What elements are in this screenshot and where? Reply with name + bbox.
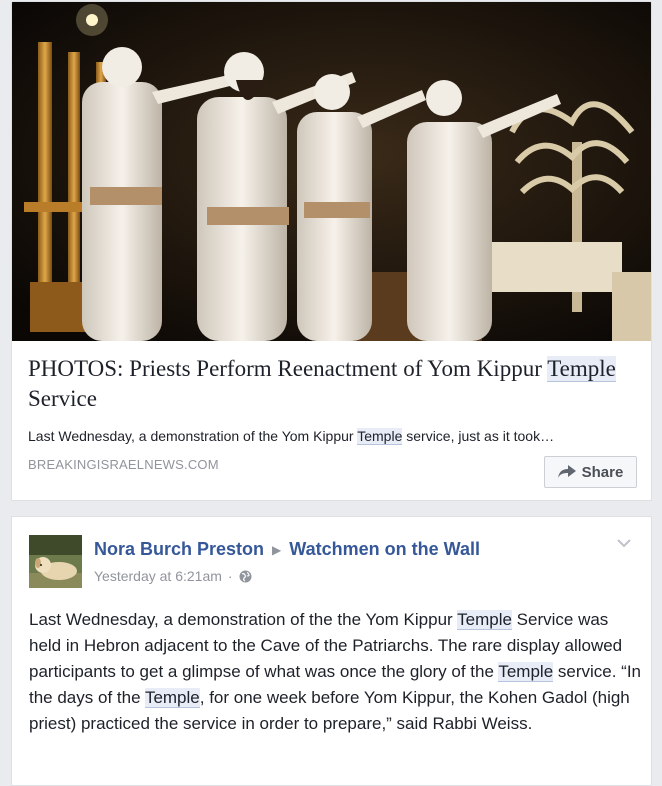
triangle-right-icon: ▶ (272, 542, 282, 557)
link-preview-domain: BREAKINGISRAELNEWS.COM (28, 457, 219, 472)
search-highlight: Temple (547, 356, 616, 382)
post-options-chevron-icon[interactable] (617, 535, 631, 553)
priests-photo (12, 2, 651, 341)
search-highlight: Temple (498, 662, 554, 682)
dog-photo-icon (29, 535, 82, 588)
post-meta: Yesterday at 6:21am · (94, 568, 252, 584)
title-text: PHOTOS: Priests Perform Reenactment of Y… (28, 356, 548, 381)
post-header: Nora Burch Preston ▶ Watchmen on the Wal… (94, 539, 480, 560)
author-name[interactable]: Nora Burch Preston (94, 539, 264, 560)
search-highlight: Temple (357, 428, 403, 445)
post-timestamp[interactable]: Yesterday at 6:21am (94, 568, 222, 584)
description-text: service, just as it took… (402, 428, 555, 444)
share-label: Share (581, 463, 624, 481)
link-preview-description: Last Wednesday, a demonstration of the Y… (28, 426, 628, 446)
globe-icon[interactable] (239, 570, 252, 583)
feed-post: Nora Burch Preston ▶ Watchmen on the Wal… (11, 516, 652, 786)
separator-dot: · (227, 568, 233, 584)
group-name[interactable]: Watchmen on the Wall (289, 539, 480, 560)
link-preview-image[interactable] (12, 2, 651, 341)
share-arrow-icon (557, 465, 576, 478)
body-text: Last Wednesday, a demonstration of the t… (29, 610, 458, 629)
link-preview-title[interactable]: PHOTOS: Priests Perform Reenactment of Y… (28, 354, 648, 414)
search-highlight: Temple (144, 688, 200, 708)
post-body-text: Last Wednesday, a demonstration of the t… (29, 607, 644, 737)
link-preview-card[interactable]: PHOTOS: Priests Perform Reenactment of Y… (11, 1, 652, 501)
search-highlight: Temple (457, 610, 512, 630)
title-text: Service (28, 386, 97, 411)
avatar[interactable] (29, 535, 82, 588)
share-button[interactable]: Share (544, 456, 637, 488)
description-text: Last Wednesday, a demonstration of the Y… (28, 428, 358, 444)
